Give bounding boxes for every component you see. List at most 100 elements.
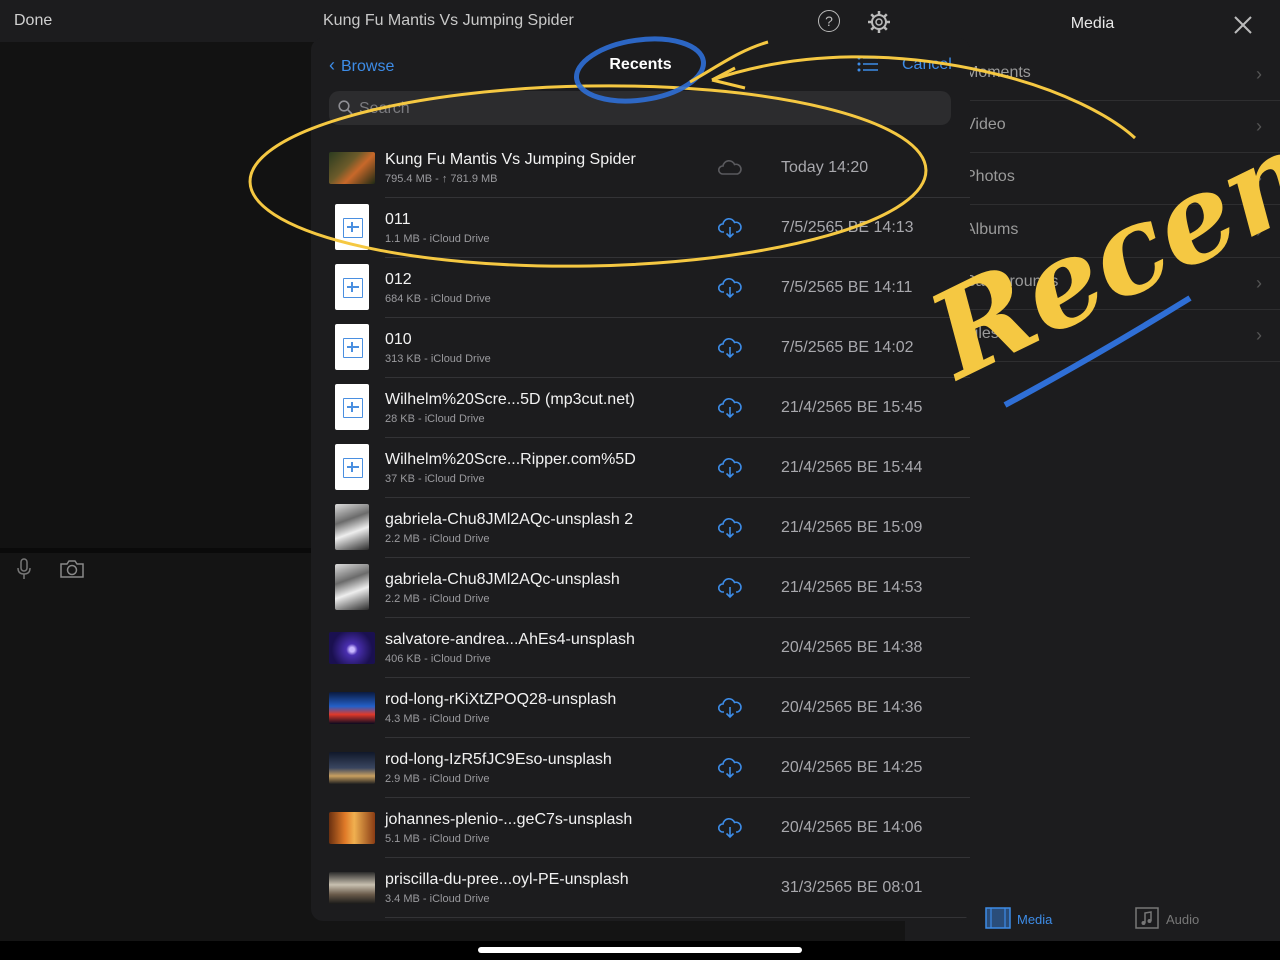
media-row-label: Files: [965, 325, 999, 342]
close-icon[interactable]: [1232, 14, 1254, 36]
audio-file-icon: [343, 338, 363, 358]
media-row-label: Video: [965, 116, 1006, 133]
file-date: 7/5/2565 BE 14:11: [781, 279, 913, 296]
audio-file-icon: [343, 278, 363, 298]
media-row-label: Albums: [965, 221, 1019, 238]
file-row[interactable]: Wilhelm%20Scre...5D (mp3cut.net) 28 KB - …: [311, 378, 970, 438]
file-date: 20/4/2565 BE 14:25: [781, 759, 923, 776]
file-row[interactable]: johannes-plenio-...geC7s-unsplash 5.1 MB …: [311, 798, 970, 858]
cancel-button[interactable]: Cancel: [902, 56, 952, 74]
file-row[interactable]: rod-long-rKiXtZPOQ28-unsplash 4.3 MB - iC…: [311, 678, 970, 738]
file-thumbnail: [329, 752, 375, 784]
file-row[interactable]: 010 313 KB - iCloud Drive 7/5/2565 BE 14:0…: [311, 318, 970, 378]
file-meta: 2.2 MB - iCloud Drive: [385, 533, 490, 545]
file-date: 7/5/2565 BE 14:02: [781, 339, 914, 356]
file-date: 21/4/2565 BE 14:53: [781, 579, 923, 596]
cloud-download-icon[interactable]: [717, 697, 743, 719]
media-row-label: Moments: [965, 64, 1031, 81]
film-icon: [985, 907, 1011, 929]
file-thumbnail: [335, 384, 369, 430]
cloud-download-icon[interactable]: [717, 517, 743, 539]
file-thumbnail: [329, 152, 375, 184]
file-meta: 3.4 MB - iCloud Drive: [385, 893, 490, 905]
search-icon: [338, 100, 353, 115]
file-thumbnail: [329, 632, 375, 664]
file-meta: 2.2 MB - iCloud Drive: [385, 593, 490, 605]
file-name: salvatore-andrea...AhEs4-unsplash: [385, 631, 635, 648]
chevron-right-icon: ›: [1256, 273, 1262, 293]
file-name: 011: [385, 211, 411, 228]
file-meta: 313 KB - iCloud Drive: [385, 353, 491, 365]
cloud-download-icon[interactable]: [717, 277, 743, 299]
file-date: 21/4/2565 BE 15:45: [781, 399, 923, 416]
file-thumbnail: [335, 444, 369, 490]
file-name: priscilla-du-pree...oyl-PE-unsplash: [385, 871, 629, 888]
file-meta: 2.9 MB - iCloud Drive: [385, 773, 490, 785]
file-name: 012: [385, 271, 412, 288]
file-name: Wilhelm%20Scre...5D (mp3cut.net): [385, 391, 635, 408]
media-title: Media: [1070, 15, 1115, 32]
file-thumbnail: [329, 872, 375, 904]
tab-media[interactable]: Media: [985, 906, 1052, 935]
search-input[interactable]: [357, 91, 941, 127]
microphone-icon[interactable]: [16, 558, 32, 580]
row-separator: [385, 917, 970, 918]
file-meta: 37 KB - iCloud Drive: [385, 473, 485, 485]
done-button[interactable]: Done: [14, 12, 52, 30]
file-meta: 406 KB - iCloud Drive: [385, 653, 491, 665]
file-meta: 28 KB - iCloud Drive: [385, 413, 485, 425]
tab-audio[interactable]: Audio: [1134, 906, 1199, 935]
home-indicator: [478, 947, 802, 953]
gear-icon[interactable]: [867, 10, 891, 34]
chevron-right-icon: ›: [1256, 168, 1262, 188]
file-thumbnail: [335, 564, 369, 610]
cloud-download-icon[interactable]: [717, 577, 743, 599]
file-date: 31/3/2565 BE 08:01: [781, 879, 923, 896]
file-name: johannes-plenio-...geC7s-unsplash: [385, 811, 633, 828]
camera-icon[interactable]: [59, 558, 85, 580]
cloud-download-icon[interactable]: [717, 817, 743, 839]
file-meta: 4.3 MB - iCloud Drive: [385, 713, 490, 725]
file-meta: 5.1 MB - iCloud Drive: [385, 833, 490, 845]
chevron-right-icon: ›: [1256, 116, 1262, 136]
file-row[interactable]: salvatore-andrea...AhEs4-unsplash 406 KB …: [311, 618, 970, 678]
file-name: Wilhelm%20Scre...Ripper.com%5D: [385, 451, 636, 468]
file-row[interactable]: rod-long-IzR5fJC9Eso-unsplash 2.9 MB - iC…: [311, 738, 970, 798]
file-thumbnail: [329, 812, 375, 844]
file-name: Kung Fu Mantis Vs Jumping Spider: [385, 151, 636, 168]
file-row[interactable]: gabriela-Chu8JMl2AQc-unsplash 2.2 MB - iC…: [311, 558, 970, 618]
cloud-download-icon[interactable]: [717, 337, 743, 359]
file-row[interactable]: Wilhelm%20Scre...Ripper.com%5D 37 KB - iC…: [311, 438, 970, 498]
cloud-download-icon[interactable]: [717, 217, 743, 239]
audio-file-icon: [343, 458, 363, 478]
file-row[interactable]: 012 684 KB - iCloud Drive 7/5/2565 BE 14:1…: [311, 258, 970, 318]
file-date: 20/4/2565 BE 14:06: [781, 819, 923, 836]
file-thumbnail: [335, 204, 369, 250]
audio-file-icon: [343, 398, 363, 418]
file-thumbnail: [335, 324, 369, 370]
file-date: 7/5/2565 BE 14:13: [781, 219, 914, 236]
file-date: 20/4/2565 BE 14:38: [781, 639, 923, 656]
file-list: Kung Fu Mantis Vs Jumping Spider 795.4 MB…: [311, 138, 970, 918]
chevron-right-icon: ›: [1256, 221, 1262, 241]
cloud-download-icon[interactable]: [717, 757, 743, 779]
file-row[interactable]: gabriela-Chu8JMl2AQc-unsplash 2 2.2 MB - …: [311, 498, 970, 558]
cloud-download-icon[interactable]: [717, 457, 743, 479]
media-row-label: Backgrounds: [965, 273, 1059, 290]
file-name: rod-long-IzR5fJC9Eso-unsplash: [385, 751, 612, 768]
list-view-icon[interactable]: [857, 56, 879, 72]
file-meta: 1.1 MB - iCloud Drive: [385, 233, 490, 245]
music-note-icon: [1135, 907, 1159, 929]
file-row[interactable]: priscilla-du-pree...oyl-PE-unsplash 3.4 M…: [311, 858, 970, 918]
tab-audio-label: Audio: [1166, 912, 1200, 927]
file-thumbnail: [335, 264, 369, 310]
help-icon[interactable]: ?: [818, 10, 840, 32]
chevron-right-icon: ›: [1256, 64, 1262, 84]
file-row[interactable]: Kung Fu Mantis Vs Jumping Spider 795.4 MB…: [311, 138, 970, 198]
file-row[interactable]: 011 1.1 MB - iCloud Drive 7/5/2565 BE 14:1…: [311, 198, 970, 258]
project-title: Kung Fu Mantis Vs Jumping Spider: [323, 12, 574, 29]
cloud-upload-icon: [717, 160, 742, 175]
cloud-download-icon[interactable]: [717, 397, 743, 419]
chevron-right-icon: ›: [1256, 325, 1262, 345]
search-field[interactable]: [329, 91, 951, 127]
